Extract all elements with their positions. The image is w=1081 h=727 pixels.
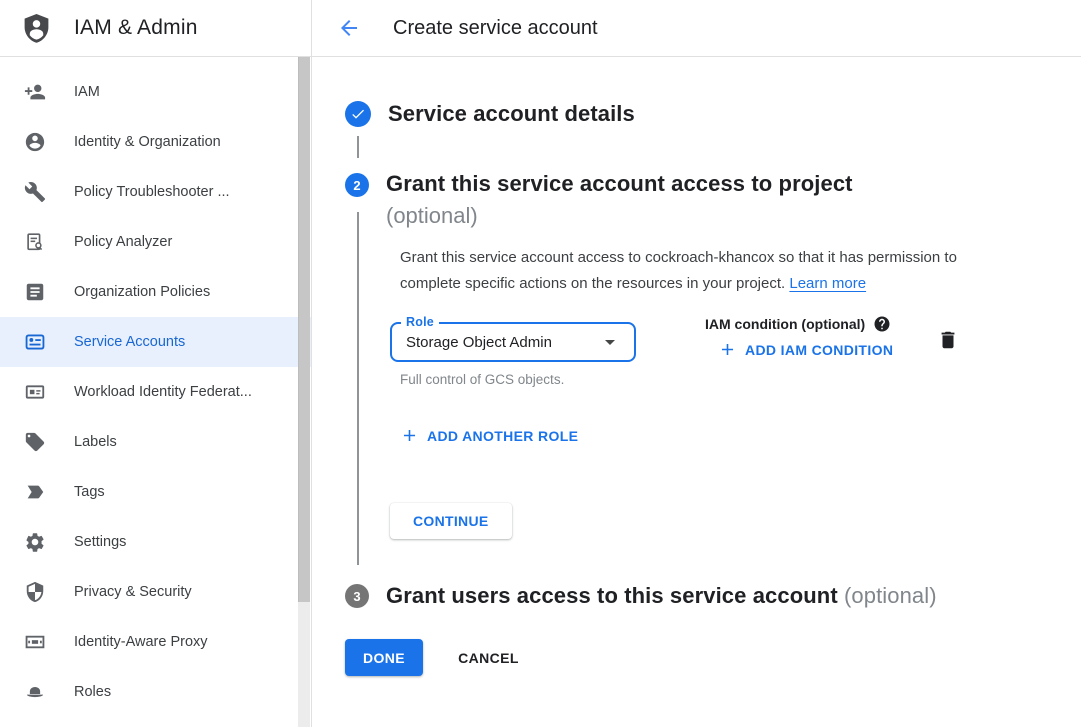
sidebar-item-policy-troubleshooter[interactable]: Policy Troubleshooter ...	[0, 167, 311, 217]
step-3-header[interactable]: 3 Grant users access to this service acc…	[345, 583, 1081, 609]
app-title: IAM & Admin	[74, 16, 198, 40]
badge-card-icon	[24, 381, 46, 403]
sidebar-nav: IAM Identity & Organization Policy Troub…	[0, 57, 311, 717]
tag-arrow-icon	[24, 481, 46, 503]
content-header: Create service account	[312, 0, 1081, 57]
page-title: Create service account	[393, 17, 598, 40]
add-another-role-label: ADD ANOTHER ROLE	[427, 428, 578, 444]
sidebar-item-labels[interactable]: Labels	[0, 417, 311, 467]
label-icon	[24, 431, 46, 453]
cancel-button[interactable]: CANCEL	[454, 642, 523, 674]
sidebar-item-label: Organization Policies	[74, 284, 210, 300]
sidebar-item-label: Policy Analyzer	[74, 234, 172, 250]
step-3-title: Grant users access to this service accou…	[386, 583, 937, 609]
sidebar-item-label: Workload Identity Federat...	[74, 384, 252, 400]
plus-icon	[400, 426, 419, 445]
proxy-icon	[24, 631, 46, 653]
sidebar-item-workload-identity-federation[interactable]: Workload Identity Federat...	[0, 367, 311, 417]
step-2-body: Grant this service account access to coc…	[390, 245, 1081, 539]
sidebar-item-label: Labels	[74, 434, 117, 450]
sidebar-scrollbar[interactable]	[298, 57, 310, 602]
sidebar-header: IAM & Admin	[0, 0, 311, 57]
article-icon	[24, 281, 46, 303]
wrench-icon	[24, 181, 46, 203]
shield-half-icon	[24, 581, 46, 603]
step-3-optional-label: (optional)	[844, 583, 937, 608]
step-2-number: 2	[345, 173, 369, 197]
sidebar-item-policy-analyzer[interactable]: Policy Analyzer	[0, 217, 311, 267]
iam-condition-label: IAM condition (optional)	[705, 316, 865, 332]
sidebar-item-identity-aware-proxy[interactable]: Identity-Aware Proxy	[0, 617, 311, 667]
description-text: Grant this service account access to coc…	[400, 249, 957, 292]
step-2-title: Grant this service account access to pro…	[386, 169, 853, 199]
plus-icon	[718, 340, 737, 359]
add-another-role-button[interactable]: ADD ANOTHER ROLE	[400, 426, 1081, 445]
footer-actions: DONE CANCEL	[345, 639, 1081, 676]
sidebar-item-iam[interactable]: IAM	[0, 67, 311, 117]
sidebar-item-service-accounts[interactable]: Service Accounts	[0, 317, 311, 367]
service-account-icon	[24, 331, 46, 353]
trash-icon[interactable]	[937, 328, 959, 352]
step-2-optional-label: (optional)	[386, 199, 853, 233]
document-search-icon	[24, 231, 46, 253]
step-2-description: Grant this service account access to coc…	[400, 245, 988, 296]
check-icon	[345, 101, 371, 127]
main-panel: Create service account Service account d…	[312, 0, 1081, 727]
add-iam-condition-button[interactable]: ADD IAM CONDITION	[705, 340, 893, 359]
role-row: Role Storage Object Admin Full control o…	[390, 322, 1081, 387]
sidebar-item-tags[interactable]: Tags	[0, 467, 311, 517]
sidebar-item-label: Settings	[74, 534, 126, 550]
sidebar-item-roles[interactable]: Roles	[0, 667, 311, 717]
account-circle-icon	[24, 131, 46, 153]
sidebar-item-label: Roles	[74, 684, 111, 700]
shield-person-icon	[21, 10, 52, 46]
sidebar-item-label: Privacy & Security	[74, 584, 192, 600]
sidebar-item-label: Identity-Aware Proxy	[74, 634, 208, 650]
hat-icon	[24, 681, 46, 703]
sidebar-item-identity-organization[interactable]: Identity & Organization	[0, 117, 311, 167]
chevron-down-icon	[598, 330, 622, 354]
gear-icon	[24, 531, 46, 553]
continue-button[interactable]: CONTINUE	[390, 503, 512, 539]
step-2-header: 2 Grant this service account access to p…	[345, 169, 1081, 233]
wizard: Service account details 2 Grant this ser…	[312, 57, 1081, 676]
back-arrow-icon[interactable]	[337, 16, 361, 40]
learn-more-link[interactable]: Learn more	[789, 275, 866, 292]
app-window: IAM & Admin IAM Identity & Organization …	[0, 0, 1081, 727]
add-iam-condition-label: ADD IAM CONDITION	[745, 342, 893, 358]
done-button[interactable]: DONE	[345, 639, 423, 676]
help-icon[interactable]	[873, 315, 891, 333]
step-1-title: Service account details	[388, 101, 635, 127]
sidebar-item-label: IAM	[74, 84, 100, 100]
sidebar-item-organization-policies[interactable]: Organization Policies	[0, 267, 311, 317]
step-3-number: 3	[345, 584, 369, 608]
sidebar-scrollbar-track	[298, 57, 310, 727]
role-selected-value: Storage Object Admin	[406, 334, 552, 351]
sidebar-item-settings[interactable]: Settings	[0, 517, 311, 567]
sidebar-item-label: Service Accounts	[74, 334, 185, 350]
sidebar: IAM & Admin IAM Identity & Organization …	[0, 0, 312, 727]
iam-condition-section: IAM condition (optional) ADD IAM CONDITI…	[705, 315, 893, 359]
role-field-label: Role	[401, 315, 439, 329]
sidebar-item-privacy-security[interactable]: Privacy & Security	[0, 567, 311, 617]
role-helper-text: Full control of GCS objects.	[400, 372, 636, 387]
step-1-header[interactable]: Service account details	[345, 101, 1081, 127]
sidebar-item-label: Identity & Organization	[74, 134, 221, 150]
role-select[interactable]: Role Storage Object Admin	[390, 322, 636, 362]
sidebar-item-label: Tags	[74, 484, 105, 500]
person-add-icon	[24, 81, 46, 103]
sidebar-item-label: Policy Troubleshooter ...	[74, 184, 230, 200]
